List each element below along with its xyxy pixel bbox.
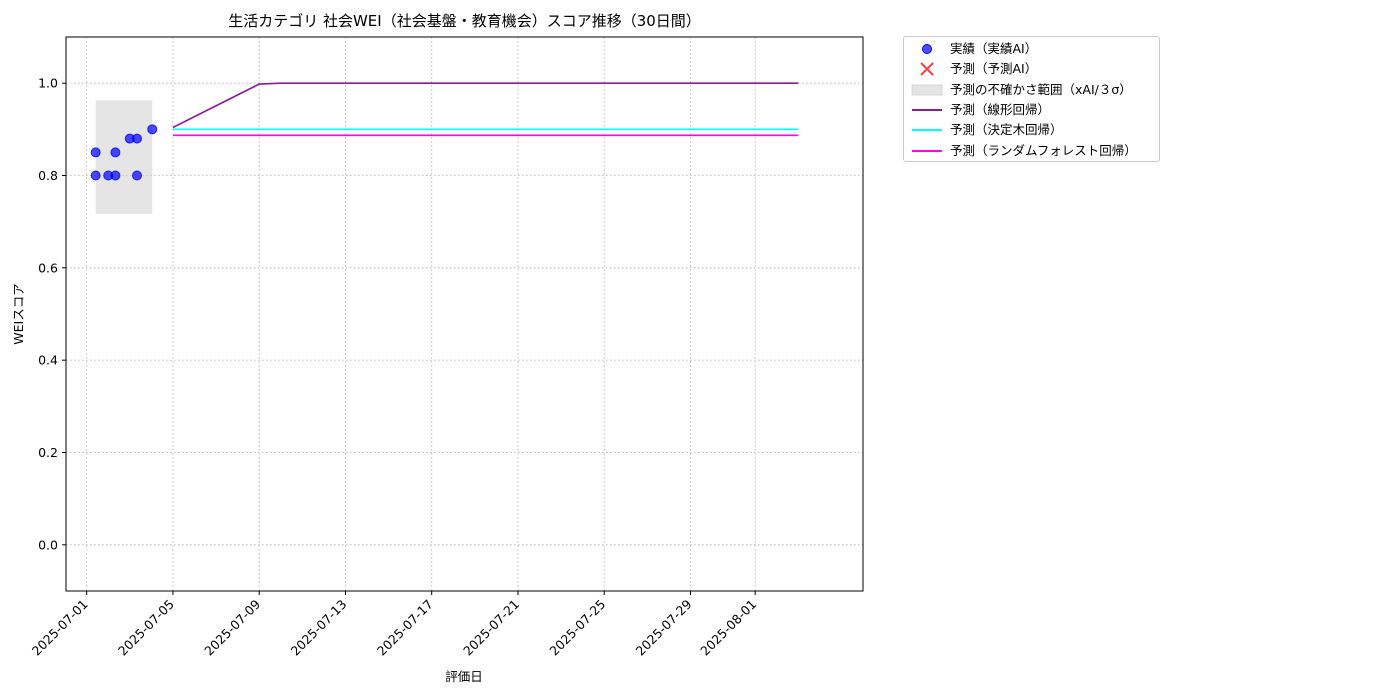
x-tick-label: 2025-07-05 [115, 597, 177, 659]
y-tick-label: 0.2 [38, 445, 58, 460]
y-tick-label: 0.0 [38, 537, 58, 552]
actual-point [90, 170, 101, 181]
x-tick-label: 2025-07-25 [546, 597, 608, 659]
y-tick-label: 1.0 [38, 76, 58, 91]
legend-item-random-forest: 予測（ランダムフォレスト回帰） [904, 140, 1159, 160]
x-tick-label: 2025-07-13 [288, 597, 350, 659]
legend-label: 予測（予測AI） [950, 61, 1038, 77]
legend-label: 予測の不確かさ範囲（xAI/３σ） [950, 81, 1132, 97]
y-tick-label: 0.4 [38, 353, 58, 368]
y-tick-label: 0.6 [38, 260, 58, 275]
x-tick-label: 2025-07-29 [633, 596, 695, 658]
uncertainty-band [95, 100, 153, 214]
legend-item-decision-tree: 予測（決定木回帰） [904, 120, 1159, 140]
chart-title: 生活カテゴリ 社会WEI（社会基盤・教育機会）スコア推移（30日間） [228, 12, 701, 30]
legend-label: 予測（決定木回帰） [950, 122, 1063, 138]
y-axis-label: WEIスコア [11, 283, 26, 344]
legend-key-actual-dot [908, 42, 946, 56]
legend-key-predicted-cross [908, 62, 946, 77]
legend-item-predicted-ai: 予測（予測AI） [904, 59, 1159, 79]
y-tick-label: 0.8 [38, 168, 58, 183]
actual-point [131, 170, 142, 181]
legend-key-linear-line [908, 103, 946, 117]
legend-key-uncertainty-patch [908, 83, 946, 97]
series-lines [172, 82, 799, 137]
legend: 実績（実績AI） 予測（予測AI） 予測の不確かさ範囲（xAI/３σ） 予測（線… [903, 36, 1160, 162]
uncertainty-rect [95, 100, 153, 214]
x-tick-label: 2025-07-17 [374, 597, 436, 659]
legend-key-random-forest-line [908, 144, 946, 158]
y-axis-ticks: 0.0 0.2 0.4 0.6 0.8 1.0 [38, 76, 66, 552]
legend-label: 予測（ランダムフォレスト回帰） [950, 142, 1137, 158]
legend-item-uncertainty: 予測の不確かさ範囲（xAI/３σ） [904, 80, 1159, 100]
actual-point [131, 133, 142, 144]
plot-frame [65, 36, 864, 592]
x-tick-label: 2025-08-01 [697, 597, 759, 659]
actual-point [147, 124, 158, 135]
actual-point [110, 170, 121, 181]
series-line [172, 82, 799, 129]
x-tick-label: 2025-07-01 [29, 597, 91, 659]
legend-item-linear: 予測（線形回帰） [904, 100, 1159, 120]
grid-lines [66, 37, 863, 591]
legend-label: 予測（線形回帰） [950, 102, 1051, 118]
legend-item-actual: 実績（実績AI） [904, 39, 1159, 59]
legend-key-decision-tree-line [908, 123, 946, 137]
actual-point [90, 147, 101, 158]
x-tick-label: 2025-07-21 [460, 597, 522, 659]
legend-label: 実績（実績AI） [950, 41, 1038, 57]
actual-point [110, 147, 121, 158]
x-axis-label: 評価日 [445, 669, 483, 684]
chart-canvas: 生活カテゴリ 社会WEI（社会基盤・教育機会）スコア推移（30日間） 2025-… [11, 12, 864, 684]
x-axis-ticks: 2025-07-01 2025-07-05 2025-07-09 2025-07-13… [29, 591, 759, 658]
x-tick-label: 2025-07-09 [201, 596, 263, 658]
